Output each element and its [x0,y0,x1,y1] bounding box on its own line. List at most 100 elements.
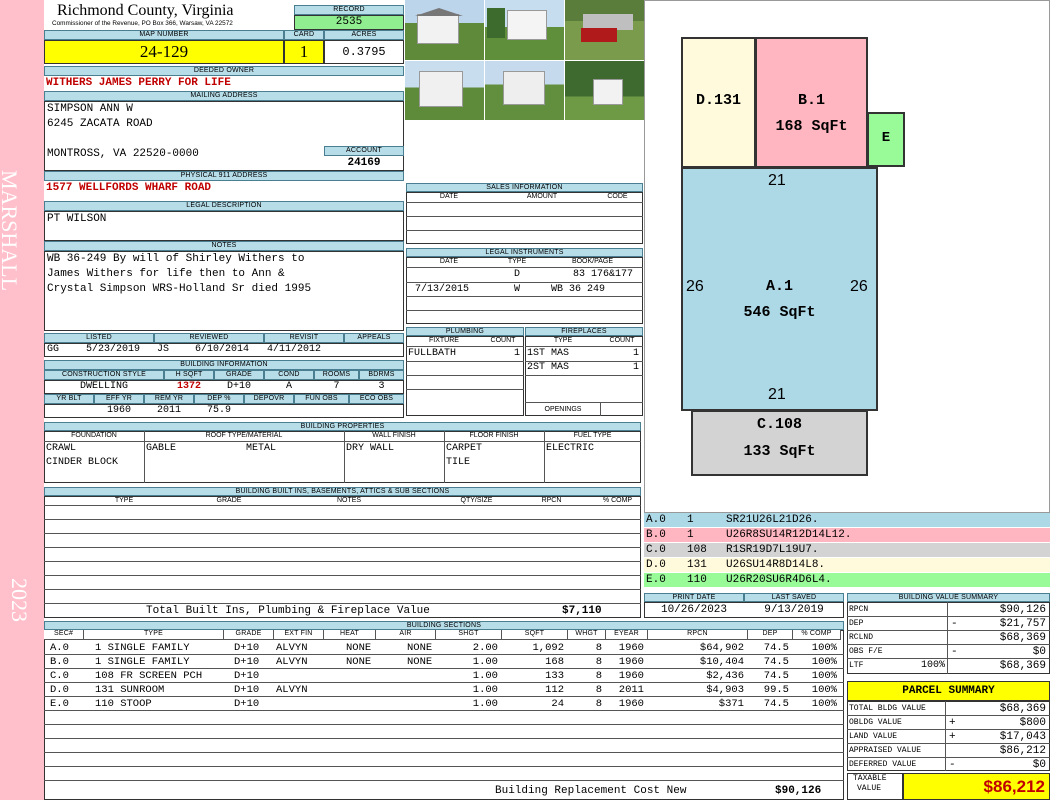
vs-rpcn-label: RPCN [849,605,869,614]
sketch-legend-code: 108 [687,544,707,556]
ps-deferred-label: DEFERRED VALUE [849,760,917,769]
bi-hsqft: 1372 [176,381,201,392]
county-title: Richmond County, Virginia [57,2,234,19]
sketch-legend-row: D.0 131 U26SU14R8D14L8. [644,558,1050,573]
photo-house-side [485,0,564,60]
section-cell-eyear: 2011 [618,684,644,696]
section-cell-type: 110 STOOP [95,698,152,710]
sketch-legend-path: R1SR19D7L19U7. [726,544,819,556]
bi-h-hsqft: H SQFT [164,370,214,380]
builtins-h-qty: QTY/SIZE [460,497,493,504]
commissioner-line: Commissioner of the Revenue, PO Box 366,… [52,20,233,27]
plumbing-label: PLUMBING [406,327,524,336]
bi-dep: 75.9 [206,405,231,416]
sections-total-label: Building Replacement Cost New [495,785,687,797]
section-a-label: A.1 [765,278,793,295]
bi-h2-dep: DEP % [194,394,244,404]
side-strip [0,0,44,800]
section-cell-comp: 100% [811,642,837,654]
plumbing-count-h: COUNT [490,337,516,344]
reviewed-by: JS [157,344,170,355]
section-cell-shgt: 1.00 [472,670,498,682]
taxable-label-2: VALUE [857,784,882,793]
deeded-owner-label: DEEDED OWNER [44,66,404,76]
prop-roof-type: GABLE [146,443,177,454]
notes-label: NOTES [44,241,404,251]
notes-line-2: James Withers for life then to Ann & [47,268,285,280]
value-summary-label: BUILDING VALUE SUMMARY [847,593,1050,602]
li-book-h: BOOK/PAGE [571,258,614,265]
sketch-legend-sec: D.0 [646,559,666,571]
sketch-legend-path: U26R8SU14R12D14L12. [726,529,852,541]
builtins-label: BUILDING BUILT INS, BASEMENTS, ATTICS & … [44,487,641,496]
bi-h-cond: COND [264,370,314,380]
builtins-total-label: Total Built Ins, Plumbing & Fireplace Va… [146,605,430,617]
bi-grade: D+10 [226,381,251,392]
appeals-label: APPEALS [344,333,404,343]
listed-by: GG [47,344,60,355]
ps-total-bldg-label: TOTAL BLDG VALUE [849,704,926,713]
li-type-h: TYPE [507,258,527,265]
prop-roof-h: ROOF TYPE/MATERIAL [205,432,283,439]
sections-h-sqft: SQFT [502,630,568,640]
section-cell-shgt: 1.00 [472,684,498,696]
sections-h-shgt: SHGT [436,630,502,640]
builtins-h-rpcn: RPCN [541,497,562,504]
bi-h2-ecoobs: ECO OBS [349,394,404,404]
bi-h2-yrblt: YR BLT [44,394,94,404]
li-row1-type: D [514,269,521,280]
listed-label: LISTED [44,333,154,343]
fireplaces-type-h: TYPE [553,337,573,344]
sketch-legend-path: SR21U26L21D26. [726,514,819,526]
reviewed-label: REVIEWED [154,333,264,343]
photo-house-angle [485,61,564,120]
ps-obldg: $800 [1019,717,1046,729]
fireplaces-count-h: COUNT [609,337,635,344]
ps-deferred: $0 [1032,759,1046,771]
section-cell-sqft: 133 [545,670,564,682]
card-label: CARD [284,30,324,40]
mail-line-1: SIMPSON ANN W [47,103,133,115]
section-c-area: 133 SqFt [743,443,816,460]
builtins-total-value: $7,110 [562,605,602,617]
section-cell-sqft: 168 [545,656,564,668]
sketch-legend-code: 1 [687,529,694,541]
section-cell-ext: ALVYN [276,684,308,696]
listed-date: 5/23/2019 [86,344,141,355]
sections-h-eyear: EYEAR [606,630,648,640]
bi-h-style: CONSTRUCTION STYLE [44,370,164,380]
sales-code-h: CODE [607,193,628,200]
section-cell-comp: 100% [811,698,837,710]
sketch-legend-code: 1 [687,514,694,526]
bi-h-bdrms: BDRMS [359,370,404,380]
revisit-label: REVISIT [264,333,344,343]
section-cell-dep: 74.5 [763,656,789,668]
sections-h-whgt: WHGT [568,630,606,640]
print-date-value: 10/26/2023 [660,604,727,616]
sketch-legend-code: 110 [687,574,707,586]
physical-address-value: 1577 WELLFORDS WHARF ROAD [46,182,212,194]
photo-house-rear [405,61,484,120]
notes-line-3: Crystal Simpson WRS-Holland Sr died 1995 [47,283,312,295]
sketch-legend-row: A.0 1 SR21U26L21D26. [644,513,1050,528]
section-d-label: D.131 [695,92,741,109]
sketch-legend-code: 131 [687,559,707,571]
vs-ltr-pct: 100% [920,660,945,671]
section-cell-grade: D+10 [234,684,260,696]
section-cell-whgt: 8 [595,670,602,682]
section-cell-whgt: 8 [595,698,602,710]
prop-roof-material: METAL [246,443,277,454]
fireplace-1-type: 1ST MAS [527,348,570,359]
vs-dep-label: DEP [849,619,864,628]
prop-wall: DRY WALL [346,443,395,454]
prop-foundation-1: CRAWL [46,443,77,454]
section-cell-shgt: 1.00 [472,698,498,710]
prop-fuel: ELECTRIC [546,443,595,454]
section-cell-shgt: 2.00 [472,642,498,654]
last-saved-value: 9/13/2019 [764,604,824,616]
fireplaces-label: FIREPLACES [525,327,643,336]
side-year: 2023 [0,578,44,638]
photo-house-front [405,0,484,60]
sketch-legend-sec: E.0 [646,574,666,586]
ps-appraised-label: APPRAISED VALUE [849,746,922,755]
